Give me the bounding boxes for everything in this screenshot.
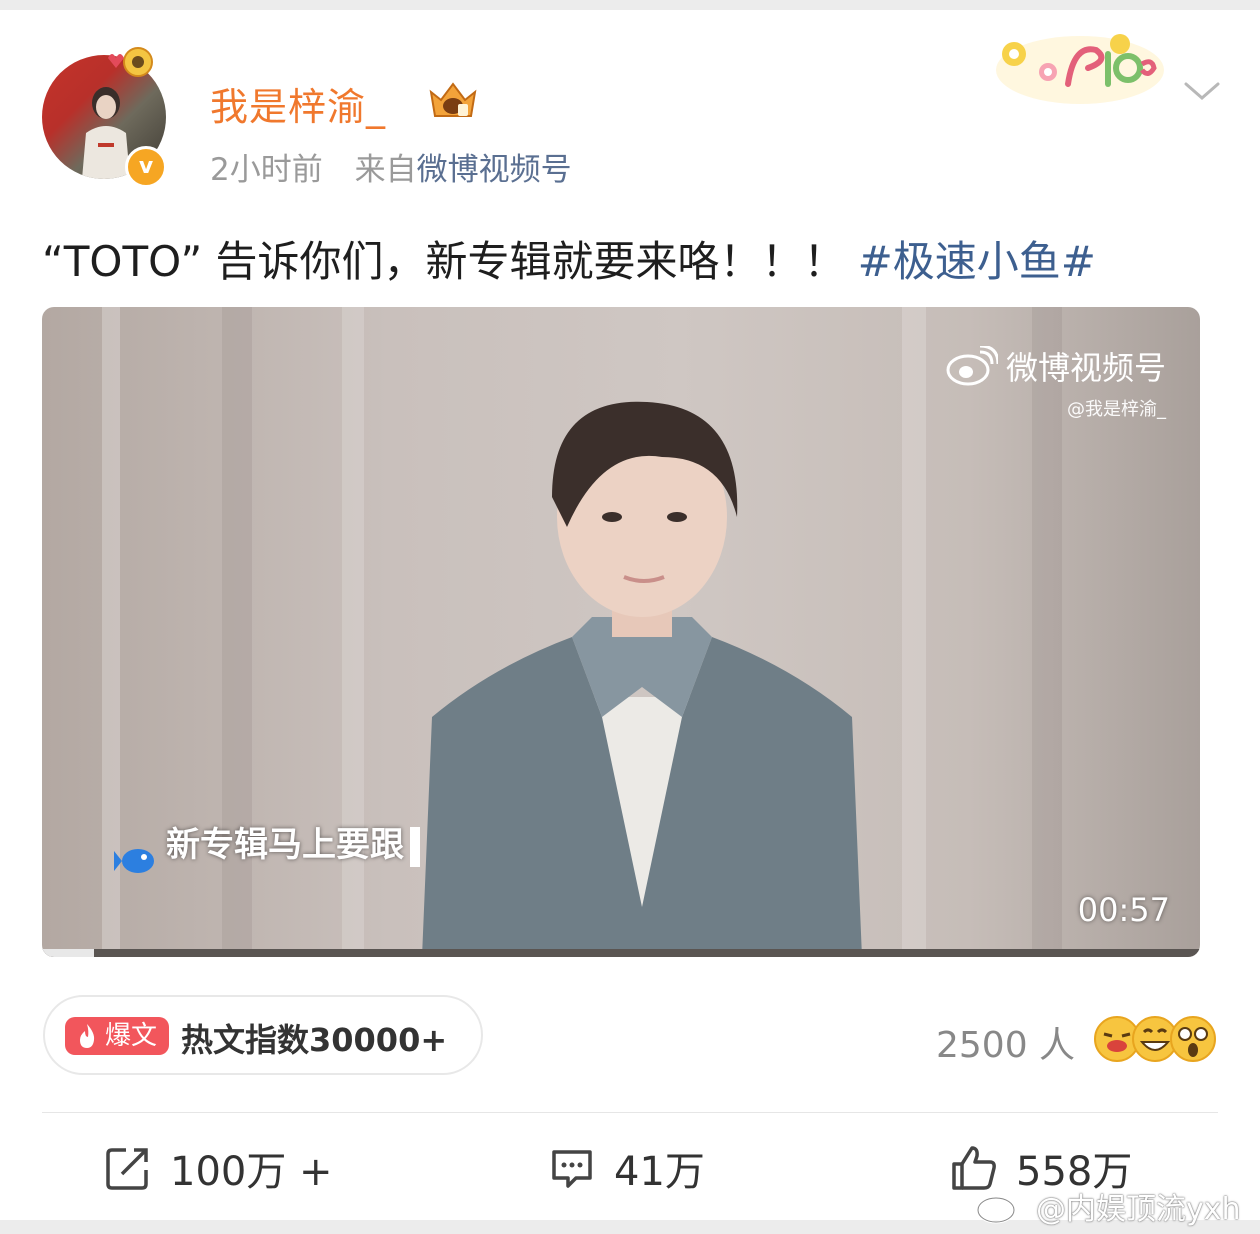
video-person-figure [422,401,862,957]
repost-count: 100万 + [170,1149,333,1195]
subtitle-cursor [410,826,420,867]
video-progress-track[interactable] [42,949,1200,957]
comment-count: 41万 [614,1149,705,1195]
post-meta: 2小时前 来自微博视频号 [210,144,572,189]
author-name[interactable]: 我是梓渝_ [210,76,386,131]
corner-watermark-text: @内娱顶流yxh [1036,1192,1241,1227]
hot-index-label: 热文指数30000+ [181,1021,448,1059]
post-source[interactable]: 微博视频号 [417,152,572,188]
verified-icon: v [125,146,167,188]
video-player[interactable]: 微博视频号 @我是梓渝_ 新专辑马上要跟 00:57 [42,307,1200,957]
hot-badge: 爆文 [65,1017,169,1055]
post-body: “TOTO” 告诉你们，新专辑就要来咯！！！ [42,237,846,286]
source-prefix: 来自 [354,152,417,188]
weibo-logo-icon [946,346,998,386]
video-watermark: 微博视频号 @我是梓渝_ [946,343,1166,421]
plog-sticker [996,34,1164,104]
video-duration: 00:57 [1077,891,1170,929]
hashtag-link[interactable]: #极速小鱼# [858,237,1096,286]
emoji-icon[interactable] [1168,1014,1218,1064]
vip-crown-icon[interactable] [425,76,481,122]
curtain-fold [902,307,926,957]
divider [42,1112,1218,1113]
video-subtitle: 新专辑马上要跟 [166,817,420,867]
repost-button[interactable]: 100万 + [104,1138,333,1198]
flame-icon [80,1024,95,1048]
corner-watermark: @内娱顶流yxh [974,1184,1241,1228]
post-card: v 我是梓渝_ 2小时前 来自微博视频号 “TOTO” 告诉你们，新专辑就要来咯… [0,10,1260,1227]
weibo-logo-icon [976,1190,1026,1224]
post-time: 2小时前 [210,152,323,188]
chevron-down-icon[interactable] [1182,76,1222,106]
comment-icon [552,1150,592,1188]
watermark-user: @我是梓渝_ [1067,399,1166,420]
hot-badge-label: 爆文 [105,1021,158,1051]
video-progress-fill [42,949,95,957]
reaction-count[interactable]: 2500 人 [936,1016,1075,1068]
repost-icon [106,1148,148,1190]
fish-icon [114,849,154,873]
avatar-frame-sticker-icon [108,47,153,77]
hot-index-pill[interactable]: 爆文 热文指数30000+ [43,995,483,1075]
subtitle-text: 新专辑马上要跟 [166,825,404,865]
comment-button[interactable]: 41万 [548,1138,705,1198]
post-text: “TOTO” 告诉你们，新专辑就要来咯！！！ #极速小鱼# [42,228,1096,289]
watermark-brand: 微博视频号 [1005,349,1166,387]
